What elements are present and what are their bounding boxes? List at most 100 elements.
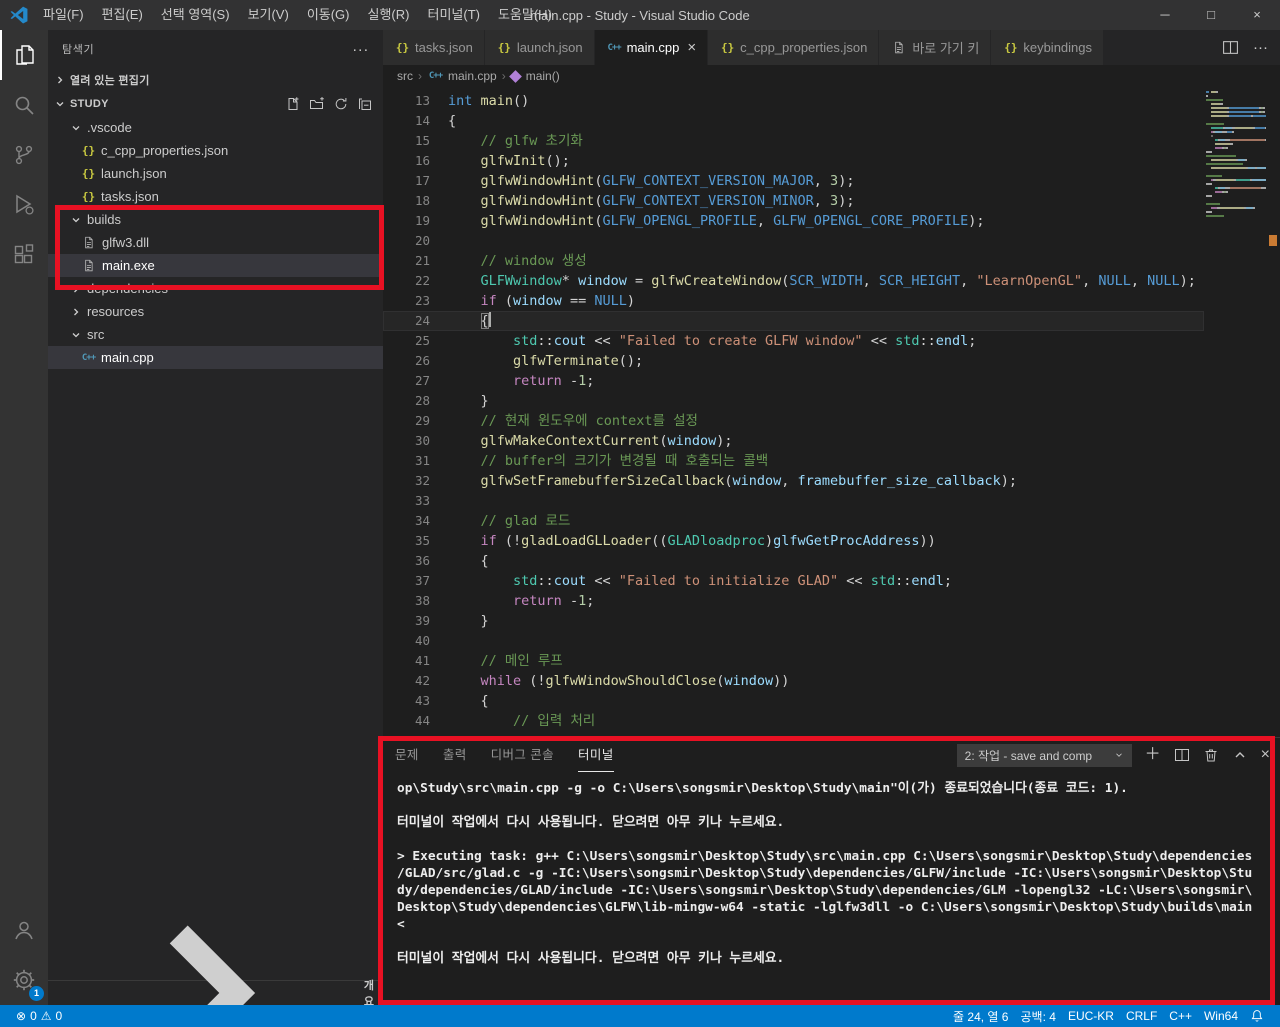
code-line-23[interactable]: 23 if (window == NULL) — [383, 291, 1204, 311]
code-line-19[interactable]: 19 glfwWindowHint(GLFW_OPENGL_PROFILE, G… — [383, 211, 1204, 231]
code-line-36[interactable]: 36 { — [383, 551, 1204, 571]
account-button[interactable] — [0, 905, 48, 955]
panel-tab-debug-console[interactable]: 디버그 콘솔 — [491, 738, 554, 772]
close-tab-icon[interactable]: × — [687, 39, 696, 56]
split-editor-icon[interactable] — [1222, 39, 1239, 56]
panel-tab-problems[interactable]: 문제 — [395, 738, 419, 772]
code-line-28[interactable]: 28 } — [383, 391, 1204, 411]
code-line-18[interactable]: 18 glfwWindowHint(GLFW_CONTEXT_VERSION_M… — [383, 191, 1204, 211]
panel-tab-output[interactable]: 출력 — [443, 738, 467, 772]
breadcrumb-symbol[interactable]: main() — [526, 69, 560, 83]
menu-edit[interactable]: 편집(E) — [93, 0, 152, 30]
notifications-bell-icon[interactable] — [1244, 1005, 1270, 1027]
code-line-29[interactable]: 29 // 현재 윈도우에 context를 설정 — [383, 411, 1204, 431]
code-line-35[interactable]: 35 if (!gladLoadGLLoader((GLADloadproc)g… — [383, 531, 1204, 551]
code-line-40[interactable]: 40 — [383, 631, 1204, 651]
maximize-panel-button[interactable] — [1232, 747, 1248, 763]
project-root-section[interactable]: STUDY — [48, 92, 383, 116]
open-editors-section[interactable]: 열려 있는 편집기 — [48, 68, 383, 92]
menu-view[interactable]: 보기(V) — [239, 0, 298, 30]
menu-run[interactable]: 실행(R) — [359, 0, 419, 30]
tree-item-main-exe[interactable]: main.exe — [48, 254, 383, 277]
close-panel-button[interactable]: × — [1261, 747, 1270, 763]
code-line-20[interactable]: 20 — [383, 231, 1204, 251]
more-actions-icon[interactable]: ··· — [1253, 39, 1268, 56]
code-line-27[interactable]: 27 return -1; — [383, 371, 1204, 391]
breadcrumb-file[interactable]: main.cpp — [448, 69, 497, 83]
tab-c-cpp-properties-json[interactable]: {}c_cpp_properties.json — [708, 30, 879, 65]
new-folder-icon[interactable] — [309, 96, 325, 112]
code-line-15[interactable]: 15 // glfw 초기화 — [383, 131, 1204, 151]
code-line-13[interactable]: 13int main() — [383, 91, 1204, 111]
minimize-button[interactable]: ─ — [1142, 0, 1188, 30]
code-editor[interactable]: 13int main()14{15 // glfw 초기화16 glfwInit… — [383, 87, 1280, 737]
close-button[interactable]: × — [1234, 0, 1280, 30]
code-line-17[interactable]: 17 glfwWindowHint(GLFW_CONTEXT_VERSION_M… — [383, 171, 1204, 191]
tree-item-launch-json[interactable]: {}launch.json — [48, 162, 383, 185]
eol-sequence[interactable]: CRLF — [1120, 1005, 1163, 1027]
code-line-32[interactable]: 32 glfwSetFramebufferSizeCallback(window… — [383, 471, 1204, 491]
extensions-activity-button[interactable] — [0, 230, 48, 280]
encoding[interactable]: EUC-KR — [1062, 1005, 1120, 1027]
cursor-position[interactable]: 줄 24, 열 6 — [947, 1005, 1014, 1027]
collapse-all-icon[interactable] — [357, 96, 373, 112]
tree-item-glfw3-dll[interactable]: glfw3.dll — [48, 231, 383, 254]
new-file-icon[interactable] — [285, 96, 301, 112]
tab-launch-json[interactable]: {}launch.json — [485, 30, 595, 65]
code-line-21[interactable]: 21 // window 생성 — [383, 251, 1204, 271]
terminal-picker-dropdown[interactable]: 2: 작업 - save and comp — [957, 744, 1132, 767]
tree-item-vscode[interactable]: .vscode — [48, 116, 383, 139]
code-line-44[interactable]: 44 // 입력 처리 — [383, 711, 1204, 731]
tab-tasks-json[interactable]: {}tasks.json — [383, 30, 485, 65]
code-line-37[interactable]: 37 std::cout << "Failed to initialize GL… — [383, 571, 1204, 591]
language-mode[interactable]: C++ — [1163, 1005, 1198, 1027]
terminal-output[interactable]: op\Study\src\main.cpp -g -o C:\Users\son… — [383, 772, 1280, 1005]
code-line-31[interactable]: 31 // buffer의 크기가 변경될 때 호출되는 콜백 — [383, 451, 1204, 471]
source-control-activity-button[interactable] — [0, 130, 48, 180]
panel-tab-terminal[interactable]: 터미널 — [578, 738, 614, 772]
tab-keybindings[interactable]: {}keybindings — [991, 30, 1104, 65]
menu-selection[interactable]: 선택 영역(S) — [152, 0, 239, 30]
platform[interactable]: Win64 — [1198, 1005, 1244, 1027]
search-activity-button[interactable] — [0, 80, 48, 130]
tree-item-dependencies[interactable]: dependencies — [48, 277, 383, 300]
tree-item-main-cpp[interactable]: C++main.cpp — [48, 346, 383, 369]
code-line-14[interactable]: 14{ — [383, 111, 1204, 131]
indentation[interactable]: 공백: 4 — [1015, 1005, 1062, 1027]
sidebar-more-actions-icon[interactable]: ··· — [352, 41, 369, 58]
menu-go[interactable]: 이동(G) — [298, 0, 359, 30]
run-debug-activity-button[interactable] — [0, 180, 48, 230]
code-line-26[interactable]: 26 glfwTerminate(); — [383, 351, 1204, 371]
code-line-22[interactable]: 22 GLFWwindow* window = glfwCreateWindow… — [383, 271, 1204, 291]
maximize-button[interactable]: □ — [1188, 0, 1234, 30]
code-line-41[interactable]: 41 // 메인 루프 — [383, 651, 1204, 671]
menu-terminal[interactable]: 터미널(T) — [418, 0, 488, 30]
code-line-39[interactable]: 39 } — [383, 611, 1204, 631]
split-terminal-button[interactable] — [1174, 747, 1190, 763]
tree-item-resources[interactable]: resources — [48, 300, 383, 323]
tree-item-builds[interactable]: builds — [48, 208, 383, 231]
tree-item-c-cpp-properties-json[interactable]: {}c_cpp_properties.json — [48, 139, 383, 162]
code-line-30[interactable]: 30 glfwMakeContextCurrent(window); — [383, 431, 1204, 451]
problems-status[interactable]: ⊗ 0 ⚠ 0 — [10, 1005, 68, 1027]
code-line-33[interactable]: 33 — [383, 491, 1204, 511]
new-terminal-button[interactable]: ＋ — [1145, 747, 1161, 763]
code-line-16[interactable]: 16 glfwInit(); — [383, 151, 1204, 171]
code-line-34[interactable]: 34 // glad 로드 — [383, 511, 1204, 531]
code-line-25[interactable]: 25 std::cout << "Failed to create GLFW w… — [383, 331, 1204, 351]
settings-button[interactable]: 1 — [0, 955, 48, 1005]
tab-main-cpp[interactable]: C++main.cpp× — [595, 30, 709, 65]
code-line-43[interactable]: 43 { — [383, 691, 1204, 711]
explorer-activity-button[interactable] — [0, 30, 48, 80]
kill-terminal-button[interactable] — [1203, 747, 1219, 763]
minimap[interactable] — [1206, 91, 1266, 219]
breadcrumb-src[interactable]: src — [397, 69, 413, 83]
menu-file[interactable]: 파일(F) — [34, 0, 93, 30]
tab-item[interactable]: 바로 가기 키 — [879, 30, 991, 65]
code-line-24[interactable]: 24 { — [383, 311, 1204, 331]
code-line-42[interactable]: 42 while (!glfwWindowShouldClose(window)… — [383, 671, 1204, 691]
code-line-38[interactable]: 38 return -1; — [383, 591, 1204, 611]
outline-section[interactable]: 개요 — [48, 980, 383, 1005]
tree-item-src[interactable]: src — [48, 323, 383, 346]
tree-item-tasks-json[interactable]: {}tasks.json — [48, 185, 383, 208]
